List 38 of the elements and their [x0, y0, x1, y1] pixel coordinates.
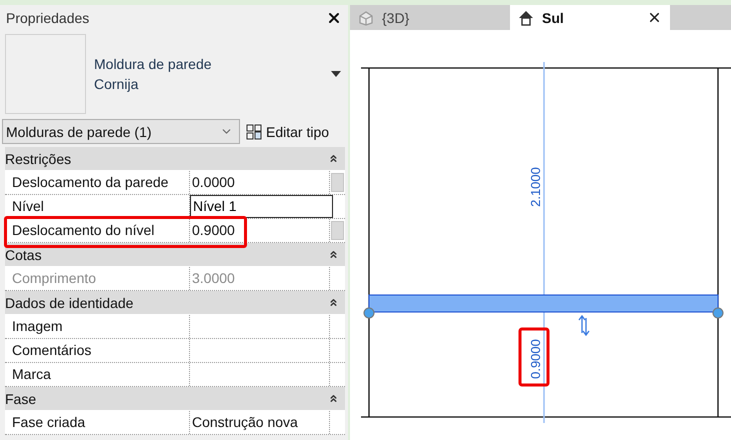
filter-dropdown[interactable]: Molduras de parede (1) — [2, 119, 240, 144]
property-value[interactable]: 0.9000 — [190, 219, 330, 242]
section-title: Dados de identidade — [5, 294, 134, 310]
caret-icon[interactable] — [331, 71, 341, 77]
property-name: Imagem — [5, 315, 190, 338]
type-selector[interactable]: Moldura de parede Cornija — [94, 56, 323, 92]
collapse-icon[interactable] — [328, 297, 339, 308]
collapse-icon[interactable] — [328, 393, 339, 404]
property-value[interactable]: Construção nova — [190, 411, 330, 434]
section-title: Fase — [5, 390, 36, 406]
wall-molding[interactable] — [368, 294, 718, 312]
section-header[interactable]: Dados de identidade — [5, 291, 345, 315]
property-name: Deslocamento do nível — [5, 219, 190, 242]
section-header[interactable]: Fase — [5, 387, 345, 411]
panel-title: Propriedades — [6, 10, 90, 26]
section-header[interactable]: Cotas — [5, 243, 345, 267]
property-name: Fase criada — [5, 411, 190, 434]
property-name: Comentários — [5, 339, 190, 362]
value-input-field[interactable]: Nível 1 — [190, 195, 333, 218]
section-title: Cotas — [5, 246, 42, 262]
edit-type-icon — [246, 124, 262, 140]
grip-handle[interactable] — [364, 308, 374, 318]
dimension-text[interactable]: 0.9000 — [528, 339, 543, 379]
grip-handle[interactable] — [712, 308, 724, 318]
property-value[interactable]: 0.0000 — [190, 171, 330, 194]
highlight-frame — [518, 328, 550, 386]
close-icon[interactable] — [647, 10, 662, 25]
flip-arrows-icon[interactable] — [578, 314, 590, 336]
section-header[interactable]: Restrições — [5, 147, 345, 171]
property-name: Deslocamento da parede — [5, 171, 190, 194]
edit-type-button[interactable]: Editar tipo — [246, 124, 330, 140]
property-name: Comprimento — [5, 267, 190, 290]
dimension-text[interactable]: 2.1000 — [528, 167, 543, 207]
collapse-icon[interactable] — [328, 153, 339, 164]
section-title: Restrições — [5, 150, 72, 166]
view-tab[interactable]: Sul — [510, 5, 670, 30]
collapse-icon[interactable] — [328, 249, 339, 260]
property-name: Marca — [5, 363, 190, 386]
